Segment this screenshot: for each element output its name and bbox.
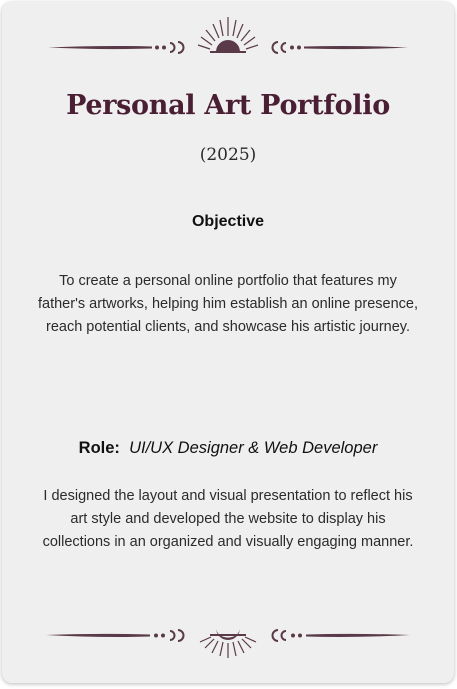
project-year: (2025)	[199, 145, 257, 165]
crescent-moon-ornament-icon	[46, 628, 410, 658]
role-line: Role: UI/UX Designer & Web Developer	[2, 439, 454, 458]
objective-heading: Objective	[191, 213, 265, 230]
rising-sun-ornament-icon	[48, 17, 408, 54]
page-title: Personal Art Portfolio	[66, 90, 390, 121]
objective-text: To create a personal online portfolio th…	[38, 273, 418, 335]
role-value: UI/UX Designer & Web Developer	[129, 439, 378, 457]
project-card: Personal Art Portfolio (2025) Objective …	[2, 2, 454, 683]
role-label: Role:	[78, 439, 120, 457]
description-text: I designed the layout and visual present…	[42, 488, 414, 550]
